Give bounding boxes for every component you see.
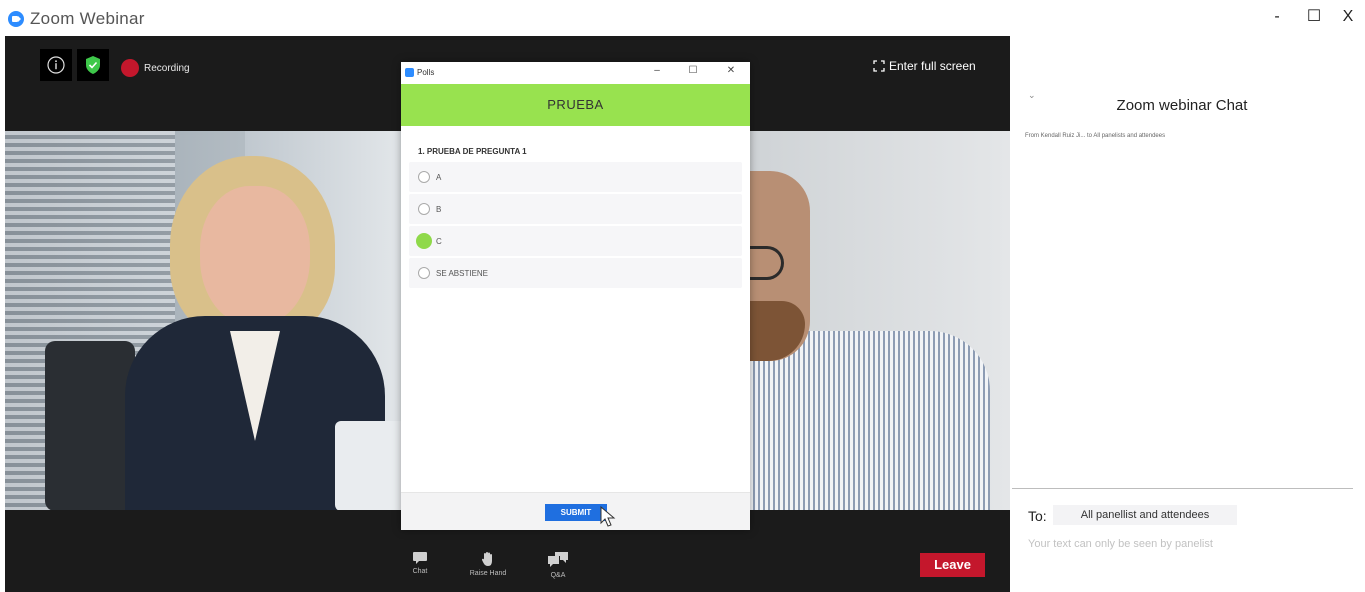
poll-option-label: SE ABSTIENE [436, 269, 489, 278]
chat-message-header: From Kendall Ruiz Ji... to All panelists… [1025, 133, 1166, 139]
speaker-glasses [750, 246, 784, 280]
polls-footer: SUBMIT [401, 492, 750, 530]
security-button[interactable] [77, 49, 109, 81]
minimize-button[interactable]: - [1265, 6, 1289, 28]
meeting-info-button[interactable] [40, 49, 72, 81]
recording-label: Recording [144, 63, 190, 74]
app-title: Zoom Webinar [30, 9, 145, 28]
laptop [335, 421, 405, 510]
enter-full-screen-button[interactable]: Enter full screen [873, 59, 976, 73]
qa-button[interactable]: Q&A [533, 551, 583, 579]
radio-icon[interactable] [418, 267, 430, 279]
polls-window: Polls – ☐ ✕ PRUEBA 1. PRUEBA DE PREGUNTA… [401, 62, 750, 530]
zoom-webinar-window: Zoom Webinar - ☐ X Recording Enter full … [0, 0, 1365, 592]
video-speaker-left [5, 131, 405, 510]
maximize-button[interactable]: ☐ [1302, 6, 1326, 28]
polls-minimize-button[interactable]: – [649, 65, 665, 76]
polls-title-bar: Polls – ☐ ✕ [401, 62, 750, 84]
close-button[interactable]: X [1336, 6, 1360, 28]
shield-check-icon [86, 56, 100, 74]
raise-hand-icon [481, 552, 492, 566]
chat-panel: ⌄ Zoom webinar Chat From Kendall Ruiz Ji… [1012, 36, 1365, 592]
chat-divider [1012, 488, 1353, 489]
poll-question: 1. PRUEBA DE PREGUNTA 1 [418, 147, 527, 156]
chat-bubble-icon [413, 552, 427, 564]
submit-button[interactable]: SUBMIT [545, 504, 607, 521]
zoom-logo-icon [8, 11, 24, 27]
poll-option-label: B [436, 205, 442, 214]
speaker-striped-shirt [750, 331, 990, 510]
poll-title: PRUEBA [401, 84, 750, 126]
poll-option-a[interactable]: A [409, 162, 742, 192]
video-speaker-right [750, 131, 1010, 510]
office-chair [45, 341, 135, 510]
recording-indicator-icon [121, 59, 139, 77]
qa-icon [548, 552, 568, 567]
chat-title: Zoom webinar Chat [1116, 97, 1248, 114]
raise-hand-button[interactable]: Raise Hand [463, 551, 513, 577]
poll-option-label: A [436, 173, 442, 182]
fullscreen-label: Enter full screen [889, 59, 976, 73]
polls-logo-icon [405, 68, 414, 77]
info-icon [47, 56, 65, 74]
chat-recipient-select[interactable]: All panellist and attendees [1053, 505, 1237, 525]
radio-selected-icon[interactable] [416, 233, 432, 249]
poll-option-b[interactable]: B [409, 194, 742, 224]
polls-window-title: Polls [417, 68, 435, 77]
poll-option-c[interactable]: C [409, 226, 742, 256]
qa-label: Q&A [550, 572, 566, 579]
raise-hand-label: Raise Hand [469, 570, 507, 577]
radio-icon[interactable] [418, 203, 430, 215]
chat-label: Chat [412, 568, 428, 575]
fullscreen-icon [873, 60, 885, 72]
chat-to-label: To: [1028, 508, 1047, 524]
speaker-face [200, 186, 310, 326]
chat-input-note[interactable]: Your text can only be seen by panelist [1028, 538, 1213, 550]
radio-icon[interactable] [418, 171, 430, 183]
title-bar: Zoom Webinar - ☐ X [0, 0, 1365, 36]
mouse-cursor-icon [600, 506, 616, 527]
polls-maximize-button[interactable]: ☐ [685, 65, 701, 76]
polls-close-button[interactable]: ✕ [723, 65, 739, 76]
poll-option-label: C [436, 237, 442, 246]
poll-option-abstain[interactable]: SE ABSTIENE [409, 258, 742, 288]
leave-button[interactable]: Leave [920, 553, 985, 577]
chat-button[interactable]: Chat [395, 551, 445, 575]
